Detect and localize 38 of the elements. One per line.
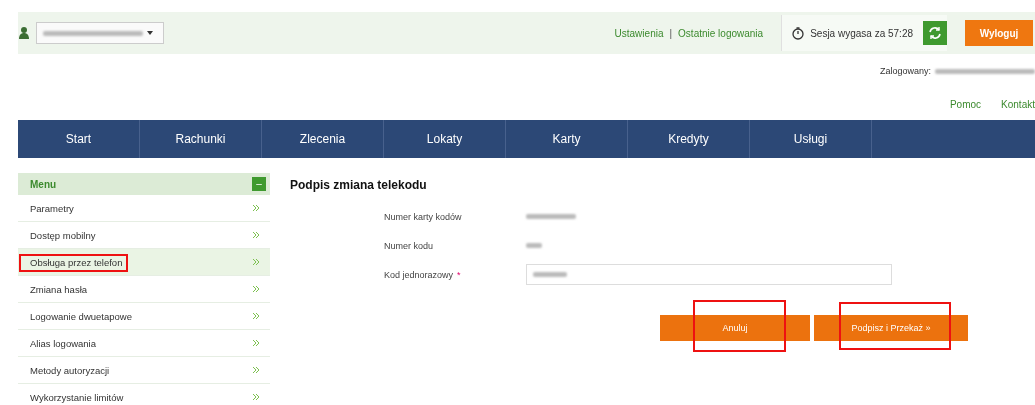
top-link[interactable]: Ustawienia [614, 27, 664, 39]
nav-item[interactable]: Kredyty [628, 120, 750, 158]
chevron-icon [253, 367, 260, 373]
link-separator: | [669, 27, 673, 39]
collapse-button[interactable]: – [252, 177, 266, 191]
refresh-icon [928, 26, 942, 40]
field-label: Kod jednorazowy * [383, 269, 462, 280]
help-link[interactable]: Pomoc [949, 98, 982, 110]
form-title: Podpis zmiana telekodu [290, 178, 428, 192]
logged-in-label: Zalogowany: [879, 66, 931, 76]
chevron-icon [253, 286, 260, 292]
nav-item[interactable]: Karty [506, 120, 628, 158]
nav-item[interactable]: Lokaty [384, 120, 506, 158]
caret-icon [147, 31, 153, 35]
chevron-icon [253, 313, 260, 319]
top-link[interactable]: Ostatnie logowania [678, 27, 764, 39]
refresh-button[interactable] [923, 21, 947, 45]
user-icon [18, 26, 30, 40]
timer-icon [792, 26, 805, 40]
chevron-icon [253, 340, 260, 346]
chevron-icon [253, 232, 260, 238]
redacted-value [526, 243, 542, 248]
redacted-value [526, 214, 576, 219]
chevron-icon [253, 259, 260, 265]
nav-item[interactable]: Rachunki [140, 120, 262, 158]
code-input[interactable] [526, 264, 892, 285]
account-select[interactable] [36, 22, 164, 44]
field-label: Numer karty kodów [383, 211, 463, 222]
chevron-icon [253, 205, 260, 211]
session-timer: Sesja wygasa za 57:28 [810, 27, 913, 39]
nav-item[interactable]: Usługi [750, 120, 872, 158]
nav-item[interactable]: Zlecenia [262, 120, 384, 158]
chevron-icon [253, 394, 260, 400]
help-link[interactable]: Kontakt [1001, 98, 1035, 110]
menu-title: Menu [30, 178, 57, 190]
field-label: Numer kodu [383, 240, 435, 251]
menu-item[interactable]: Obsługa przez telefon [18, 249, 270, 276]
nav-item[interactable]: Start [18, 120, 140, 158]
